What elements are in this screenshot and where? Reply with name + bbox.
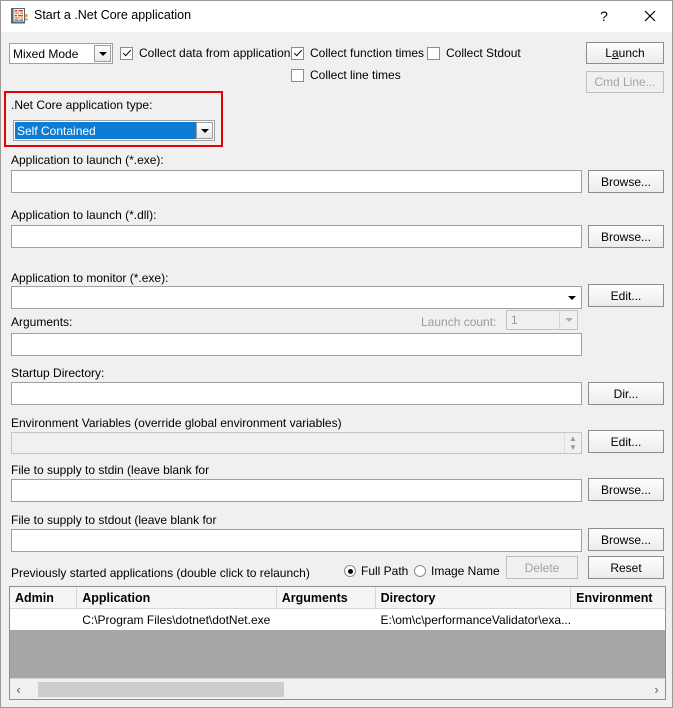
start-dotnet-core-application-dialog: Start a .Net Core application ? Mixed Mo… — [0, 0, 673, 708]
radio-dot — [344, 565, 356, 577]
close-icon — [644, 10, 655, 22]
list-empty-area — [10, 630, 665, 678]
dll-browse-button[interactable]: Browse... — [588, 225, 664, 248]
question-mark-icon: ? — [600, 8, 608, 24]
launch-count-arrow-icon[interactable] — [559, 311, 577, 329]
checkbox-label: Collect Stdout — [446, 46, 521, 60]
list-horizontal-scrollbar[interactable]: ‹ › — [10, 678, 665, 699]
launch-count-label: Launch count: — [421, 315, 497, 329]
stdin-input[interactable] — [11, 479, 582, 502]
checkbox-box — [120, 46, 133, 60]
launch-count-stepper[interactable]: 1 — [506, 310, 578, 330]
launch-button[interactable]: Launch — [586, 42, 664, 64]
column-header-application[interactable]: Application — [77, 587, 277, 608]
scrollbar-thumb[interactable] — [38, 682, 284, 697]
monitor-edit-button[interactable]: Edit... — [588, 284, 664, 307]
column-header-admin[interactable]: Admin — [10, 587, 78, 608]
environment-variables-field[interactable]: ▲ ▼ — [11, 432, 582, 454]
list-header-row: Admin Application Arguments Directory En… — [10, 587, 665, 609]
svg-text:?: ? — [600, 8, 608, 24]
stdout-browse-button[interactable]: Browse... — [588, 528, 664, 551]
checkbox-label: Collect line times — [310, 68, 401, 82]
scroll-right-icon[interactable]: › — [648, 679, 665, 699]
cell-admin — [10, 609, 77, 630]
collection-mode-combo[interactable]: Mixed Mode — [9, 43, 113, 64]
delete-button-label: Delete — [524, 560, 560, 575]
monitor-combo[interactable] — [11, 286, 582, 309]
startup-directory-dir-button[interactable]: Dir... — [588, 382, 664, 405]
exe-browse-label: Browse... — [600, 174, 651, 189]
startup-directory-dir-label: Dir... — [613, 386, 639, 401]
app-type-label: .Net Core application type: — [11, 98, 153, 112]
cell-arguments — [277, 609, 376, 630]
chevron-down-icon[interactable] — [196, 122, 213, 139]
dll-input[interactable] — [11, 225, 582, 248]
exe-browse-button[interactable]: Browse... — [588, 170, 664, 193]
checkbox-collect-function-times[interactable]: Collect function times — [291, 46, 424, 60]
app-type-combo[interactable]: Self Contained — [13, 120, 215, 141]
column-header-arguments[interactable]: Arguments — [277, 587, 376, 608]
cell-environment — [571, 609, 665, 630]
stdin-browse-button[interactable]: Browse... — [588, 478, 664, 501]
arguments-input[interactable] — [11, 333, 582, 356]
scroll-left-icon[interactable]: ‹ — [10, 679, 27, 699]
chevron-down-icon[interactable] — [94, 45, 111, 62]
column-header-environment[interactable]: Environment — [571, 587, 665, 608]
checkbox-collect-line-times[interactable]: Collect line times — [291, 68, 401, 82]
stdout-browse-label: Browse... — [600, 532, 651, 547]
stdout-label: File to supply to stdout (leave blank fo… — [11, 513, 217, 527]
stdout-input[interactable] — [11, 529, 582, 552]
launch-count-value: 1 — [511, 313, 518, 327]
exe-label: Application to launch (*.exe): — [11, 153, 164, 167]
radio-label: Image Name — [431, 564, 500, 578]
window-title: Start a .Net Core application — [34, 8, 192, 22]
checkbox-collect-data-from-application[interactable]: Collect data from application — [120, 46, 290, 60]
checkbox-box — [291, 68, 304, 82]
exe-input[interactable] — [11, 170, 582, 193]
previously-started-apps-list[interactable]: Admin Application Arguments Directory En… — [9, 586, 666, 700]
previously-started-apps-label: Previously started applications (double … — [11, 566, 310, 580]
startup-directory-input[interactable] — [11, 382, 582, 405]
monitor-edit-label: Edit... — [610, 288, 642, 303]
reset-button[interactable]: Reset — [588, 556, 664, 579]
table-row[interactable]: C:\Program Files\dotnet\dotNet.exe E:\om… — [10, 609, 665, 630]
stdin-browse-label: Browse... — [600, 482, 651, 497]
radio-label: Full Path — [361, 564, 409, 578]
checkbox-label: Collect data from application — [139, 46, 291, 60]
dll-label: Application to launch (*.dll): — [11, 208, 157, 222]
delete-button[interactable]: Delete — [506, 556, 578, 579]
arguments-label: Arguments: — [11, 315, 73, 329]
cmd-line-button[interactable]: Cmd Line... — [586, 71, 664, 93]
launch-button-label: Launch — [605, 46, 645, 60]
stdin-label: File to supply to stdin (leave blank for — [11, 463, 210, 477]
checkbox-box — [427, 46, 440, 60]
radio-full-path[interactable]: Full Path — [344, 564, 408, 578]
radio-image-name[interactable]: Image Name — [414, 564, 500, 578]
monitor-label: Application to monitor (*.exe): — [11, 271, 169, 285]
chevron-down-icon[interactable] — [563, 287, 581, 308]
titlebar: Start a .Net Core application ? — [1, 1, 672, 32]
environment-variables-value — [12, 433, 564, 453]
updown-arrows-icon[interactable]: ▲ ▼ — [564, 433, 581, 453]
chart-bars-icon — [11, 8, 28, 25]
collection-mode-value: Mixed Mode — [13, 46, 79, 61]
column-header-directory[interactable]: Directory — [376, 587, 572, 608]
radio-dot — [414, 565, 426, 577]
cell-application: C:\Program Files\dotnet\dotNet.exe — [82, 612, 271, 627]
dialog-client-area: Mixed Mode Collect data from application… — [1, 32, 672, 707]
environment-variables-label: Environment Variables (override global e… — [11, 416, 342, 430]
help-button[interactable]: ? — [581, 1, 626, 31]
checkbox-collect-stdout[interactable]: Collect Stdout — [427, 46, 521, 60]
checkbox-label: Collect function times — [310, 46, 425, 60]
dll-browse-label: Browse... — [600, 229, 651, 244]
checkbox-box — [291, 46, 304, 60]
startup-directory-label: Startup Directory: — [11, 366, 105, 380]
reset-button-label: Reset — [610, 560, 642, 575]
environment-variables-edit-label: Edit... — [610, 434, 642, 449]
cell-directory: E:\om\c\performanceValidator\exa... — [380, 612, 572, 627]
environment-variables-edit-button[interactable]: Edit... — [588, 430, 664, 453]
cmd-line-button-label: Cmd Line... — [594, 75, 656, 89]
close-button[interactable] — [627, 1, 672, 31]
app-type-value: Self Contained — [15, 122, 196, 139]
